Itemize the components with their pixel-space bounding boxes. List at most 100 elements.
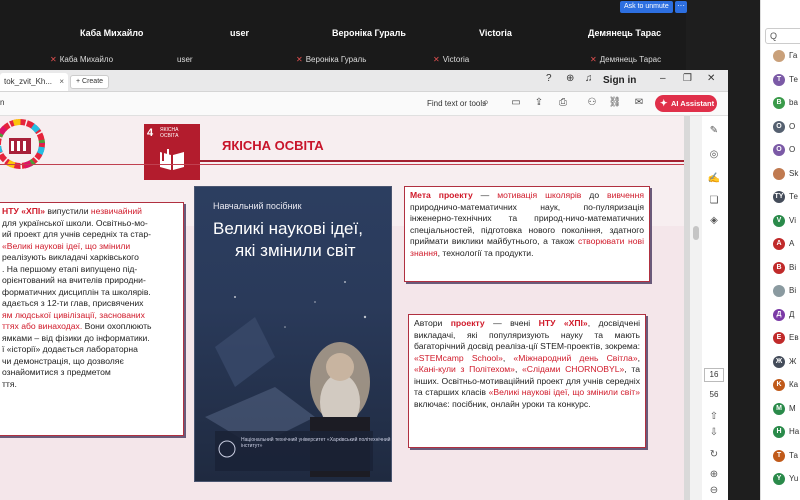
participant-list-item[interactable]: T Та bbox=[767, 449, 800, 464]
slide-page: 4 ЯКІСНА ОСВІТА ЯКІСНА ОСВІТА Навчальний… bbox=[0, 116, 684, 500]
print-icon[interactable]: ⎙ bbox=[556, 96, 570, 110]
text-span: НТУ «ХПІ» bbox=[538, 318, 588, 328]
participant-tile-label: ✕ Демянець Тарас bbox=[590, 55, 661, 69]
participant-list-name: ba bbox=[789, 98, 798, 107]
sdg-caption: ЯКІСНА ОСВІТА bbox=[160, 127, 179, 139]
participant-list-item[interactable]: OО bbox=[767, 144, 800, 158]
mic-muted-icon: ✕ bbox=[433, 55, 440, 64]
edit-pdf-icon[interactable]: ✎ bbox=[707, 124, 721, 138]
participant-list-name: Ев bbox=[789, 333, 799, 342]
comment-icon[interactable]: ▭ bbox=[509, 96, 523, 110]
participant-list-name: Га bbox=[789, 51, 798, 60]
participant-list-item[interactable]: H На bbox=[767, 426, 800, 440]
participants-panel: Q Га T Те Bba O О O О Sk TY Те V Vi A А B Ві Ві Д Д E Ев Ж Ж K Ка… bbox=[760, 0, 800, 500]
create-button[interactable]: + Create bbox=[70, 75, 110, 89]
layers-icon[interactable]: ◈ bbox=[707, 214, 721, 228]
slide-heading: ЯКІСНА ОСВІТА bbox=[222, 138, 324, 153]
text-span: включає: посібник, онлайн уроки та конку… bbox=[414, 398, 591, 409]
participant-list-item[interactable]: TY Те bbox=[767, 191, 800, 205]
minimize-icon[interactable]: – bbox=[660, 73, 666, 84]
participant-list-name: Ві bbox=[789, 286, 797, 295]
avatar: M bbox=[773, 402, 785, 415]
text-span: вивчення bbox=[607, 190, 644, 200]
document-tab[interactable]: tok_zvit_Kh... × bbox=[0, 73, 68, 91]
participant-list-item[interactable]: K Ка bbox=[767, 379, 800, 393]
participant-list-item[interactable]: ДД bbox=[767, 308, 800, 323]
search-icon[interactable]: ⌕ bbox=[479, 96, 493, 110]
ask-to-unmute-button[interactable]: Ask to unmute bbox=[620, 1, 673, 13]
menu-crumb[interactable]: n bbox=[0, 98, 4, 107]
participant-list-item[interactable]: Sk bbox=[767, 167, 800, 182]
participant-list-item[interactable]: T Те bbox=[767, 73, 800, 88]
page-down-icon[interactable]: ⇩ bbox=[707, 426, 721, 440]
participant-list-item[interactable]: OО bbox=[767, 120, 800, 135]
sign-in-button[interactable]: Sign in bbox=[603, 75, 636, 86]
participant-list-name: Yu bbox=[789, 474, 799, 483]
avatar: TY bbox=[773, 191, 785, 203]
organize-pages-icon[interactable]: ❏ bbox=[707, 194, 721, 208]
participant-list-name: Ж bbox=[789, 356, 797, 366]
participant-list-item[interactable]: AА bbox=[767, 238, 800, 252]
participant-list-name: На bbox=[789, 427, 800, 436]
document-scrollbar[interactable] bbox=[690, 116, 702, 500]
page-up-icon[interactable]: ⇧ bbox=[707, 410, 721, 424]
current-page-input[interactable]: 16 bbox=[704, 368, 724, 382]
avatar: V bbox=[773, 214, 785, 227]
participant-list-name: М bbox=[789, 403, 796, 413]
sdg-number: 4 bbox=[147, 127, 154, 139]
link-icon[interactable]: ⛓ bbox=[608, 96, 622, 110]
globe-icon[interactable]: ⊕ bbox=[566, 73, 574, 84]
more-options-button[interactable]: ··· bbox=[675, 1, 687, 13]
text-span: реалізують викладачі харківського bbox=[2, 252, 139, 262]
text-span: «Слідами CHORNOBYL» bbox=[522, 364, 625, 374]
zoom-icon[interactable]: ⊕ bbox=[707, 468, 721, 482]
participant-list-item[interactable]: Y Yu bbox=[767, 473, 800, 487]
upload-icon[interactable]: ⇪ bbox=[532, 96, 546, 110]
mic-muted-icon: ✕ bbox=[50, 55, 57, 64]
text-span: мотивація школярів bbox=[497, 190, 582, 200]
participant-tile-name: Каба Михайло bbox=[59, 55, 114, 64]
participant-list-name: О bbox=[789, 121, 796, 131]
fill-sign-icon[interactable]: ✍ bbox=[707, 172, 721, 186]
refresh-icon[interactable]: ↻ bbox=[707, 448, 721, 462]
close-window-icon[interactable]: ✕ bbox=[707, 73, 715, 84]
bell-icon[interactable]: ♫ bbox=[585, 73, 593, 84]
close-tab-icon[interactable]: × bbox=[59, 73, 64, 91]
text-span: — вчені bbox=[484, 318, 539, 328]
participant-name: Victoria bbox=[479, 28, 512, 38]
zoom-out-icon[interactable]: ⊖ bbox=[707, 484, 721, 498]
share-icon[interactable]: ⚇ bbox=[585, 96, 599, 110]
participant-tile-label: user bbox=[177, 55, 193, 69]
mail-icon[interactable]: ✉ bbox=[632, 96, 646, 110]
participants-search-input[interactable]: Q bbox=[765, 28, 800, 44]
scrollbar-thumb[interactable] bbox=[693, 226, 699, 240]
avatar: T bbox=[773, 73, 785, 86]
text-span: «Великі наукові ідеї, що змінили світ» bbox=[488, 387, 640, 397]
participant-list-item[interactable]: E Ев bbox=[767, 332, 800, 346]
project-goal-box: Мета проекту — мотивація школярів до вив… bbox=[404, 186, 650, 282]
total-pages: 56 bbox=[709, 390, 719, 399]
participant-list-item[interactable]: Bba bbox=[767, 97, 800, 111]
participant-name: Каба Михайло bbox=[80, 28, 144, 38]
find-text-label[interactable]: Find text or tools bbox=[427, 99, 486, 108]
screen: Каба Михайло user Вероніка Гураль Victor… bbox=[0, 0, 800, 500]
participant-list-item[interactable]: ЖЖ bbox=[767, 355, 800, 370]
document-area[interactable]: 4 ЯКІСНА ОСВІТА ЯКІСНА ОСВІТА Навчальний… bbox=[0, 116, 690, 500]
participant-list-item[interactable]: Га bbox=[767, 50, 800, 64]
participant-list-name: Та bbox=[789, 450, 798, 460]
participant-list-item[interactable]: Ві bbox=[767, 285, 800, 299]
participant-list-item[interactable]: B Ві bbox=[767, 261, 800, 276]
text-span: ттях або винаходах. bbox=[2, 321, 83, 331]
participant-list-item[interactable]: V Vi bbox=[767, 214, 800, 229]
participant-list-name: О bbox=[789, 145, 796, 154]
help-icon[interactable]: ? bbox=[546, 73, 552, 84]
book-title-line-1: Великі наукові ідеї, bbox=[213, 219, 363, 238]
comment-tool-icon[interactable]: ◎ bbox=[707, 148, 721, 162]
ai-assistant-button[interactable]: ✦ AI Assistant bbox=[655, 95, 717, 112]
text-span: , bbox=[502, 352, 514, 363]
avatar bbox=[773, 167, 785, 180]
text-span: , bbox=[637, 352, 640, 363]
participant-list-item[interactable]: MМ bbox=[767, 402, 800, 417]
maximize-icon[interactable]: ❐ bbox=[683, 73, 692, 84]
avatar: Д bbox=[773, 308, 785, 321]
